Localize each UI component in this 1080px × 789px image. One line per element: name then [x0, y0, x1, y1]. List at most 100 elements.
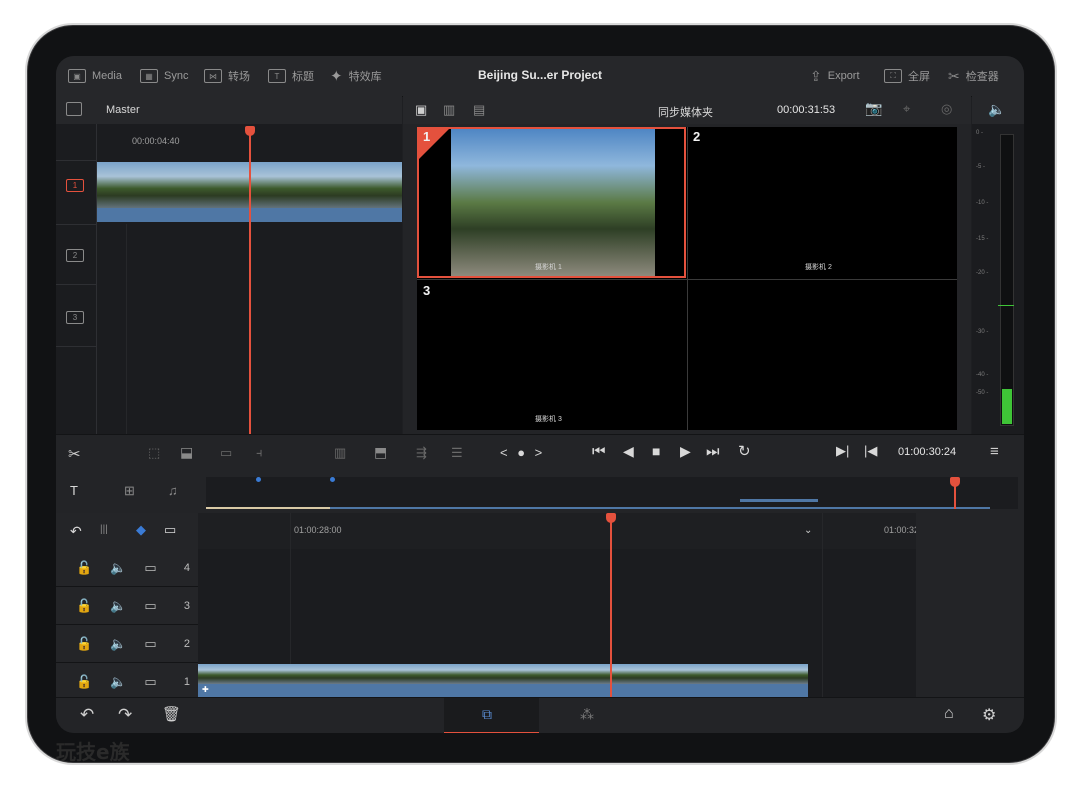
meter-tick-label: 0 -	[976, 130, 984, 136]
fullscreen-icon: ⛶	[884, 69, 902, 83]
angle-nav[interactable]: < ● >	[500, 445, 545, 460]
add-track-icon[interactable]: ⊞	[124, 483, 135, 499]
camera-angle-1[interactable]	[417, 127, 686, 278]
track-number: 4	[183, 561, 190, 574]
camera-angle-2[interactable]	[688, 127, 957, 278]
chevron-down-icon[interactable]: ⌄	[804, 525, 812, 536]
clip-view-icon[interactable]: ▭	[164, 522, 176, 538]
bottom-bar: ↶ ↷ 🗑 ⧉ ⁂ ⌂ ⚙	[56, 697, 1024, 733]
go-to-end-icon[interactable]: ⏭	[706, 443, 720, 460]
source-playhead[interactable]	[249, 132, 251, 434]
video-track-icon[interactable]: ▭	[144, 674, 156, 690]
track-header-4[interactable]: 🔓 🔈 ▭ 4	[56, 549, 198, 587]
video-track-icon[interactable]: ▭	[144, 636, 156, 652]
menu-icon[interactable]: ≡	[990, 443, 999, 460]
fairlight-page-icon[interactable]: ⁂	[580, 706, 594, 723]
video-track-icon[interactable]: ▭	[144, 598, 156, 614]
snap-icon[interactable]: ↶	[70, 523, 82, 540]
overwrite-icon[interactable]: ⬓	[180, 444, 193, 461]
overview-track-area[interactable]	[206, 477, 1018, 509]
ripple-icon[interactable]: ⬒	[374, 444, 387, 461]
adjust-icon[interactable]: ☰	[451, 445, 463, 461]
fullscreen-label: 全屏	[908, 71, 930, 83]
camera-1-number: 1	[423, 129, 431, 144]
source-track-2[interactable]: 2	[66, 249, 84, 262]
undo-icon[interactable]: ↶	[80, 705, 94, 725]
reverse-play-icon[interactable]: ◀	[623, 443, 634, 460]
multicam-clip-audio[interactable]	[198, 684, 808, 697]
next-edit-icon[interactable]: ▶|	[836, 443, 849, 459]
ruler-timecode-left: 01:00:28:00	[294, 525, 342, 535]
go-to-start-icon[interactable]: ⏮	[592, 443, 606, 460]
speaker-icon[interactable]: 🔈	[110, 636, 126, 652]
camera-1-label: 摄影机 1	[535, 264, 562, 271]
stop-icon[interactable]: ■	[652, 443, 660, 459]
camera-1-frame	[451, 129, 655, 276]
append-icon[interactable]: ▥	[334, 445, 346, 461]
scissors-icon[interactable]: ✂	[68, 445, 81, 463]
grid-view-icon[interactable]: ▤	[473, 102, 485, 118]
source-track-1[interactable]: 1	[66, 179, 84, 192]
speaker-icon[interactable]: 🔈	[110, 674, 126, 690]
text-tool-icon[interactable]: T	[70, 483, 78, 498]
camera-icon[interactable]: 📷	[865, 100, 882, 117]
camera-angle-4-empty[interactable]	[688, 280, 957, 430]
meter-tick-label: -10 -	[976, 200, 989, 206]
export-button[interactable]: ⇪ Export	[810, 66, 860, 86]
marker-dot[interactable]	[330, 477, 335, 482]
lock-icon[interactable]: 🔓	[76, 560, 92, 576]
fullscreen-button[interactable]: ⛶ 全屏	[884, 66, 930, 86]
edit-toolbar: ✂ ⬚ ⬓ ▭ ⫞ ▥ ⬒ ⇶ ☰ < ● > ⏮ ◀ ■ ▶ ⏭ ↻ ▶| |…	[56, 434, 1024, 474]
inspector-button[interactable]: ✂ 检查器	[948, 66, 999, 86]
multicam-view-icon[interactable]: ▥	[443, 102, 455, 118]
redo-icon[interactable]: ↷	[118, 705, 132, 725]
bin-name: Master	[106, 104, 140, 116]
marker-icon[interactable]: ◆	[136, 522, 146, 538]
speaker-icon[interactable]: 🔈	[110, 598, 126, 614]
top-toolbar: ▣ Media ▦ Sync ⋈ 转场 T 标题 ✦ 特效库 Beijing S…	[56, 56, 1024, 97]
meter-tick-label: -50 -	[976, 390, 989, 396]
track-header-1[interactable]: 🔓 🔈 ▭ 1	[56, 663, 198, 701]
video-track-icon[interactable]: ▭	[144, 560, 156, 576]
source-track-3[interactable]: 3	[66, 311, 84, 324]
track-number: 1	[183, 675, 190, 688]
lock-icon[interactable]: 🔓	[76, 674, 92, 690]
prev-edit-icon[interactable]: |◀	[864, 443, 877, 459]
track-header-3[interactable]: 🔓 🔈 ▭ 3	[56, 587, 198, 625]
place-on-top-icon[interactable]: ⫞	[256, 445, 263, 461]
loop-icon[interactable]: ↻	[738, 442, 751, 460]
export-icon: ⇪	[810, 67, 822, 84]
color-icon[interactable]: ◎	[941, 101, 952, 117]
replace-icon[interactable]: ▭	[220, 445, 232, 461]
cut-page-icon: ⧉	[482, 706, 492, 722]
multicam-clip-video[interactable]	[198, 664, 808, 684]
timeline-playhead[interactable]	[610, 519, 612, 697]
panel-toggle-icon[interactable]	[66, 102, 82, 116]
inspector-label: 检查器	[965, 71, 999, 83]
home-icon[interactable]: ⌂	[944, 705, 954, 723]
trash-icon[interactable]: 🗑	[162, 705, 181, 723]
lock-icon[interactable]: 🔓	[76, 598, 92, 614]
image-view-icon[interactable]: ▣	[415, 102, 427, 118]
watermark-text: 玩技e族	[56, 740, 130, 764]
camera-angle-3[interactable]	[417, 280, 686, 430]
track-number: 2	[183, 637, 190, 650]
add-audio-track-icon[interactable]: ♫	[168, 483, 178, 498]
speaker-icon[interactable]: 🔈	[988, 101, 1005, 118]
speaker-icon[interactable]: 🔈	[110, 560, 126, 576]
play-icon[interactable]: ▶	[680, 443, 691, 460]
main-timeline: ↶ ||| ◆ ▭ 01:00:28:00 01:00:32:00 ⌄ 🔓 🔈 ▭ …	[56, 513, 1024, 701]
overview-playhead[interactable]	[954, 483, 956, 509]
transform-icon[interactable]: ⌖	[903, 101, 910, 117]
track-header-2[interactable]: 🔓 🔈 ▭ 2	[56, 625, 198, 663]
timeline-tool-header: ↶ ||| ◆ ▭	[56, 513, 198, 550]
settings-gear-icon[interactable]: ⚙	[982, 705, 996, 725]
meter-tick-label: -40 -	[976, 372, 989, 378]
lock-icon[interactable]: 🔓	[76, 636, 92, 652]
audio-waveform-icon[interactable]: |||	[100, 524, 108, 535]
insert-icon[interactable]: ⬚	[148, 445, 160, 461]
timeline-out-region	[916, 513, 1024, 697]
source-overwrite-icon[interactable]: ⇶	[416, 445, 427, 461]
cut-page-tab[interactable]: ⧉	[444, 698, 539, 733]
marker-dot[interactable]	[256, 477, 261, 482]
